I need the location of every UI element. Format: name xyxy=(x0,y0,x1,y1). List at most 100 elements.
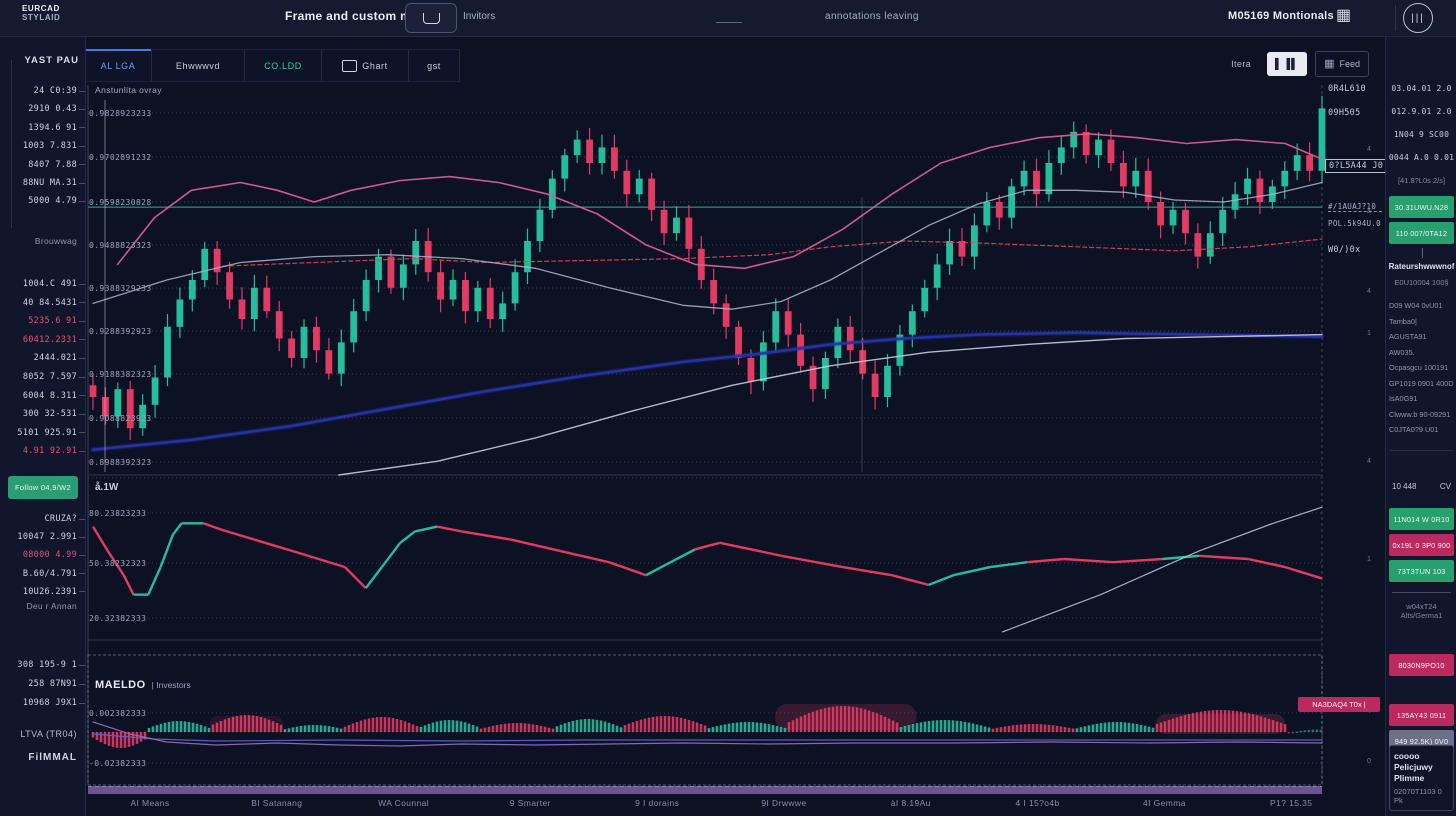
watchlist-value[interactable]: 258 87N91 xyxy=(0,677,85,691)
watchlist-value[interactable]: 8407 7.88 xyxy=(0,158,85,172)
watchlist-value[interactable]: 1003 7.831 xyxy=(0,139,85,153)
panel-value[interactable]: 012.9.01 2.0 xyxy=(1388,107,1455,116)
candle xyxy=(959,241,966,257)
watchlist-value[interactable]: B.60/4.791 xyxy=(0,567,85,581)
price-scale-label[interactable]: 0?L5A44 J0 xyxy=(1325,159,1387,173)
tab-ehwwwvd[interactable]: Ehwwwvd xyxy=(152,50,245,81)
watchlist-value[interactable]: 10968 J9X1 xyxy=(0,696,85,710)
panel-button-green[interactable]: 11N014 W 0R10 xyxy=(1389,508,1454,530)
candle xyxy=(549,179,556,210)
report-grid-icon[interactable]: ▦ xyxy=(1336,6,1351,26)
panel-button-green[interactable]: 73T3TUN 103 xyxy=(1389,560,1454,582)
candle xyxy=(164,327,171,378)
candle xyxy=(1008,186,1015,217)
candle xyxy=(921,288,928,311)
tab-gst[interactable]: gst xyxy=(409,50,460,81)
candle xyxy=(1058,147,1065,163)
watchlist-value[interactable]: 8052 7.597 xyxy=(0,370,85,384)
watchlist-value[interactable]: 308 195-9 1 xyxy=(0,658,85,672)
candle xyxy=(636,179,643,195)
toolbar-button-itera[interactable]: Itera xyxy=(1223,54,1259,74)
panel-button-crimson[interactable]: 0x19L 0 3P0 900 xyxy=(1389,534,1454,556)
price-scale-label[interactable]: 0R4L610 xyxy=(1328,84,1382,94)
sidebar-footer-terminal[interactable]: FilMMAL xyxy=(0,752,77,763)
scale-tick-char: 1 xyxy=(1367,556,1371,563)
macd-axis-label: -0.02382333 xyxy=(89,759,146,768)
candle xyxy=(189,280,196,300)
symbol-price-tag[interactable]: NA3DAQ4 T0x | xyxy=(1298,697,1380,712)
scroll-strip[interactable] xyxy=(88,786,1322,794)
watchlist-value[interactable]: 5235.6 91 xyxy=(0,314,85,328)
avatar[interactable]: ||| xyxy=(1403,3,1433,33)
watchlist-value[interactable]: 60412.2331 xyxy=(0,333,85,347)
panel-button-crimson[interactable]: 135AY43 0911 xyxy=(1389,704,1454,726)
panel-footer-card[interactable]: coooo PelicjuwyPlimme02070T1103 0 Pk xyxy=(1389,745,1454,811)
kv-value: CV xyxy=(1440,482,1451,491)
tab-al-lga[interactable]: AL LGA xyxy=(85,50,152,81)
panel-button-crimson[interactable]: 8030N9PO10 xyxy=(1389,654,1454,676)
panel-kv-row[interactable]: 10 448CV xyxy=(1392,482,1451,491)
watchlist-value[interactable]: 6004 8.311 xyxy=(0,389,85,403)
price-scale-label[interactable]: #/1AUAJ?10 xyxy=(1328,202,1382,212)
candle xyxy=(884,366,891,397)
time-axis[interactable]: AI MeansBI SatanangWA Counnal9 Smarter9 … xyxy=(85,794,1385,816)
basket-button[interactable] xyxy=(405,3,457,33)
watchlist-value[interactable]: 1004.C 491 xyxy=(0,277,85,291)
axis-tick xyxy=(79,432,85,433)
price-chart-canvas[interactable] xyxy=(85,82,1385,812)
watchlist-value[interactable]: 40 84.5431 xyxy=(0,296,85,310)
watchlist-value[interactable]: 08000 4.99 xyxy=(0,548,85,562)
scale-tick-char: 4 xyxy=(1367,458,1371,465)
watchlist-value[interactable]: 10047 2.991 xyxy=(0,530,85,544)
price-scale-label[interactable]: W0/)0x xyxy=(1328,245,1382,255)
panel-value[interactable]: 1N04 9 SC00 xyxy=(1388,130,1455,139)
toolbar-active-view-button[interactable]: ▌▐▌ xyxy=(1267,52,1307,76)
price-scale-label[interactable]: 09H505 xyxy=(1328,108,1382,118)
price-scale-label[interactable]: POL.5k94U.0 : 0 xyxy=(1328,219,1382,228)
mid-pane-title[interactable]: å.1W xyxy=(95,482,118,493)
overlay-indicator-label[interactable]: Anstunlita ovray xyxy=(95,85,162,95)
chart-tab-bar: AL LGAEhwwwvdCO.LDDGhartgst xyxy=(85,49,460,82)
watchlist-value[interactable]: 88NU MA.31 xyxy=(0,176,85,190)
watchlist-value[interactable]: 4.91 92.91 xyxy=(0,444,85,458)
watchlist-sidebar: YAST PAU Brouwwag Follow 04,9/W2 Deu r A… xyxy=(0,36,86,816)
time-axis-label: AI Means xyxy=(100,798,200,808)
candle xyxy=(1045,163,1052,194)
watchlist-value-text: 1394.6 91 xyxy=(28,123,77,133)
sidebar-footer-symbol[interactable]: LTVA (TR04) xyxy=(0,729,77,739)
watchlist-value[interactable]: 2910 0.43 xyxy=(0,102,85,116)
watchlist-value[interactable]: 24 C0:39 xyxy=(0,84,85,98)
panel-value[interactable]: 0044 A.0 0.01 xyxy=(1388,153,1455,162)
buy-button[interactable]: Follow 04,9/W2 xyxy=(8,476,78,499)
toolbar-button-feed[interactable]: ▦Feed xyxy=(1315,51,1369,77)
panel-button-green[interactable]: 30.31UWU.N28 xyxy=(1389,196,1454,218)
candle xyxy=(363,280,370,311)
watchlist-value[interactable]: CRUZA? xyxy=(0,512,85,526)
candle xyxy=(772,311,779,342)
watchlist-value[interactable]: 5000 4.79 xyxy=(0,194,85,208)
watchlist-value[interactable]: 2444.021 xyxy=(0,351,85,365)
watchlist-value-text: 308 195-9 1 xyxy=(17,660,77,670)
candle xyxy=(872,374,879,397)
scale-tick-char: 4 xyxy=(1367,146,1371,153)
watchlist-value[interactable]: 5101 925.91 xyxy=(0,426,85,440)
tab-ghart[interactable]: Ghart xyxy=(322,50,409,81)
candle xyxy=(1145,171,1152,202)
candle xyxy=(760,342,767,381)
macd-pane-title[interactable]: MAELDO | Investors xyxy=(95,679,191,691)
app-logo[interactable]: EURCAD STYLAID xyxy=(22,4,60,22)
watchlist-value[interactable]: 10U26.2391 xyxy=(0,585,85,599)
watchlist-value[interactable]: 300 32-531 xyxy=(0,407,85,421)
reports-label[interactable]: M05169 Montionals xyxy=(1228,10,1334,22)
panel-bracket xyxy=(1392,586,1451,593)
basket-label[interactable]: Invitors xyxy=(463,11,495,22)
tab-co-ldd[interactable]: CO.LDD xyxy=(245,50,322,81)
menu-annotations[interactable]: annotations leaving xyxy=(825,11,919,22)
panel-button-green[interactable]: 110 007/0TA12 xyxy=(1389,222,1454,244)
watchlist-value[interactable]: 1394.6 91 xyxy=(0,121,85,135)
candle xyxy=(1170,210,1177,226)
inline-input-underline[interactable] xyxy=(716,22,742,23)
candle xyxy=(487,288,494,319)
panel-value[interactable]: 03.04.01 2.0 xyxy=(1388,84,1455,93)
candle xyxy=(239,300,246,320)
